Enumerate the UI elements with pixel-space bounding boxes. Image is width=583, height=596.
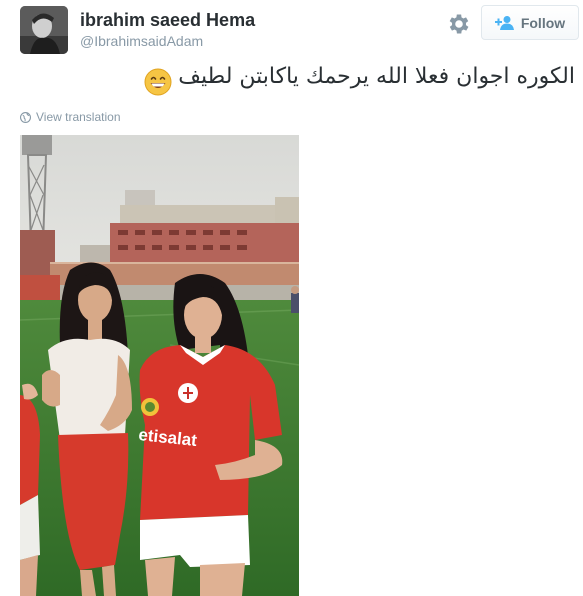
follow-button[interactable]: Follow xyxy=(481,5,579,40)
photo-image: etisalat xyxy=(20,135,299,596)
grinning-face-emoji-icon xyxy=(144,68,172,96)
globe-icon xyxy=(20,111,31,123)
tweet-text: الكوره اجوان فعلا الله يرحمك ياكابتن لطي… xyxy=(178,64,575,89)
view-translation-link[interactable]: View translation xyxy=(20,110,121,124)
follow-label: Follow xyxy=(520,14,566,31)
add-person-icon xyxy=(494,15,514,30)
avatar-image xyxy=(20,6,68,54)
user-display-name[interactable]: ibrahim saeed Hema xyxy=(80,10,255,31)
tweet-photo[interactable]: etisalat xyxy=(20,135,299,596)
view-translation-label: View translation xyxy=(36,110,121,124)
user-avatar[interactable] xyxy=(20,6,68,54)
tweet-card: ibrahim saeed Hema @IbrahimsaidAdam Foll… xyxy=(0,0,583,596)
user-handle[interactable]: @IbrahimsaidAdam xyxy=(80,33,203,49)
gear-icon[interactable] xyxy=(446,11,472,37)
